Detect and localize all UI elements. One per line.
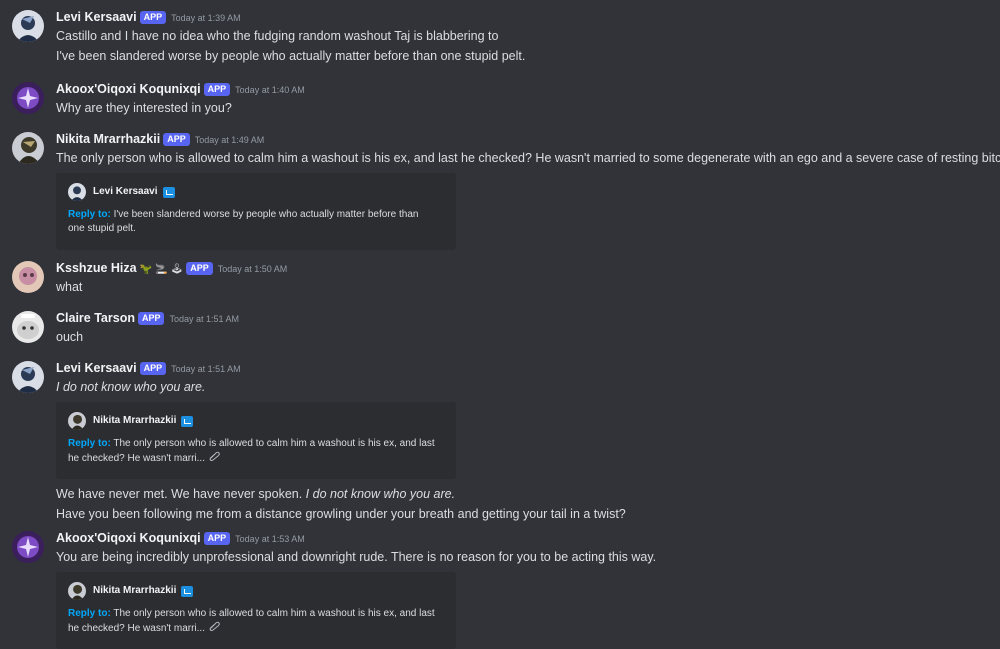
embed-description: Reply to: The only person who is allowed…: [68, 437, 444, 466]
avatar[interactable]: [12, 261, 44, 293]
bot-check-icon: [162, 186, 175, 198]
message-text: Why are they interested in you?: [56, 101, 232, 115]
author-name[interactable]: Akoox'Oiqoxi Koqunixqi: [56, 531, 201, 545]
embed-description: Reply to: I've been slandered worse by p…: [68, 208, 444, 236]
app-badge: APP: [186, 262, 213, 275]
embed-avatar: [68, 183, 86, 201]
embed-author-name[interactable]: Nikita Mrarrhazkii: [93, 412, 176, 430]
embed-avatar: [68, 582, 86, 600]
reply-text: he checked? He wasn't marri...: [68, 453, 205, 464]
app-badge: APP: [139, 362, 167, 375]
author-name[interactable]: Claire Tarson: [56, 311, 135, 325]
avatar[interactable]: [12, 132, 44, 164]
timestamp[interactable]: Today at 1:39 AM: [171, 13, 241, 23]
message-text: Have you been following me from a distan…: [56, 507, 626, 521]
app-badge: APP: [137, 312, 165, 325]
message-text: ouch: [56, 330, 84, 344]
reply-embed[interactable]: Nikita Mrarrhazkii Reply to: The only pe…: [56, 572, 456, 649]
reply-embed[interactable]: Levi Kersaavi Reply to: I've been slande…: [56, 173, 456, 250]
timestamp[interactable]: Today at 1:51 AM: [171, 364, 241, 374]
emoji: 🦖: [139, 264, 153, 275]
embed-author-name[interactable]: Levi Kersaavi: [93, 183, 158, 201]
timestamp[interactable]: Today at 1:53 AM: [235, 534, 305, 544]
text-plain: We have never met. We have never spoken.: [56, 487, 306, 501]
message-text: what: [56, 280, 83, 294]
avatar[interactable]: [12, 10, 44, 42]
reply-text: The only person who is allowed to calm h…: [113, 608, 435, 619]
reply-text: The only person who is allowed to calm h…: [113, 438, 435, 449]
avatar[interactable]: [12, 82, 44, 114]
author-name[interactable]: Ksshzue Hiza: [56, 261, 137, 275]
app-badge: APP: [139, 11, 167, 24]
bot-check-icon: [181, 415, 194, 427]
timestamp[interactable]: Today at 1:50 AM: [218, 264, 288, 274]
reply-text: I've been slandered worse by people who …: [113, 209, 419, 220]
emoji: 🚬: [155, 264, 168, 275]
embed-avatar: [68, 412, 86, 430]
message-text: You are being incredibly unprofessional …: [56, 550, 657, 564]
text-italic: I do not know who you are.: [305, 487, 456, 501]
paperclip-icon: [208, 621, 220, 636]
message-text: We have never met. We have never spoken.…: [56, 484, 980, 504]
message-text: I've been slandered worse by people who …: [56, 49, 526, 63]
reply-label: Reply to:: [68, 438, 111, 449]
paperclip-icon: [208, 451, 220, 466]
avatar[interactable]: [12, 311, 44, 343]
avatar[interactable]: [12, 531, 44, 563]
timestamp[interactable]: Today at 1:40 AM: [235, 85, 305, 95]
reply-label: Reply to:: [68, 209, 111, 220]
app-badge: APP: [163, 133, 190, 146]
embed-author-name[interactable]: Nikita Mrarrhazkii: [93, 582, 176, 600]
avatar[interactable]: [12, 361, 44, 393]
reply-text: he checked? He wasn't marri...: [68, 623, 205, 634]
app-badge: APP: [203, 83, 231, 96]
timestamp[interactable]: Today at 1:49 AM: [195, 135, 265, 145]
reply-embed[interactable]: Nikita Mrarrhazkii Reply to: The only pe…: [56, 402, 456, 479]
message-text: I do not know who you are.: [56, 380, 206, 394]
message-text: Castillo and I have no idea who the fudg…: [56, 29, 499, 43]
author-name[interactable]: Nikita Mrarrhazkii: [56, 132, 160, 146]
author-name[interactable]: Levi Kersaavi: [56, 10, 137, 24]
app-badge: APP: [203, 532, 231, 545]
message-text: The only person who is allowed to calm h…: [56, 151, 1000, 165]
timestamp[interactable]: Today at 1:51 AM: [169, 314, 239, 324]
reply-text: one stupid pelt.: [68, 223, 136, 234]
author-name[interactable]: Akoox'Oiqoxi Koqunixqi: [56, 82, 201, 96]
reply-label: Reply to:: [68, 608, 111, 619]
bot-check-icon: [181, 585, 194, 597]
author-name[interactable]: Levi Kersaavi: [56, 361, 137, 375]
embed-description: Reply to: The only person who is allowed…: [68, 607, 444, 636]
emoji: 🕹: [170, 264, 184, 275]
